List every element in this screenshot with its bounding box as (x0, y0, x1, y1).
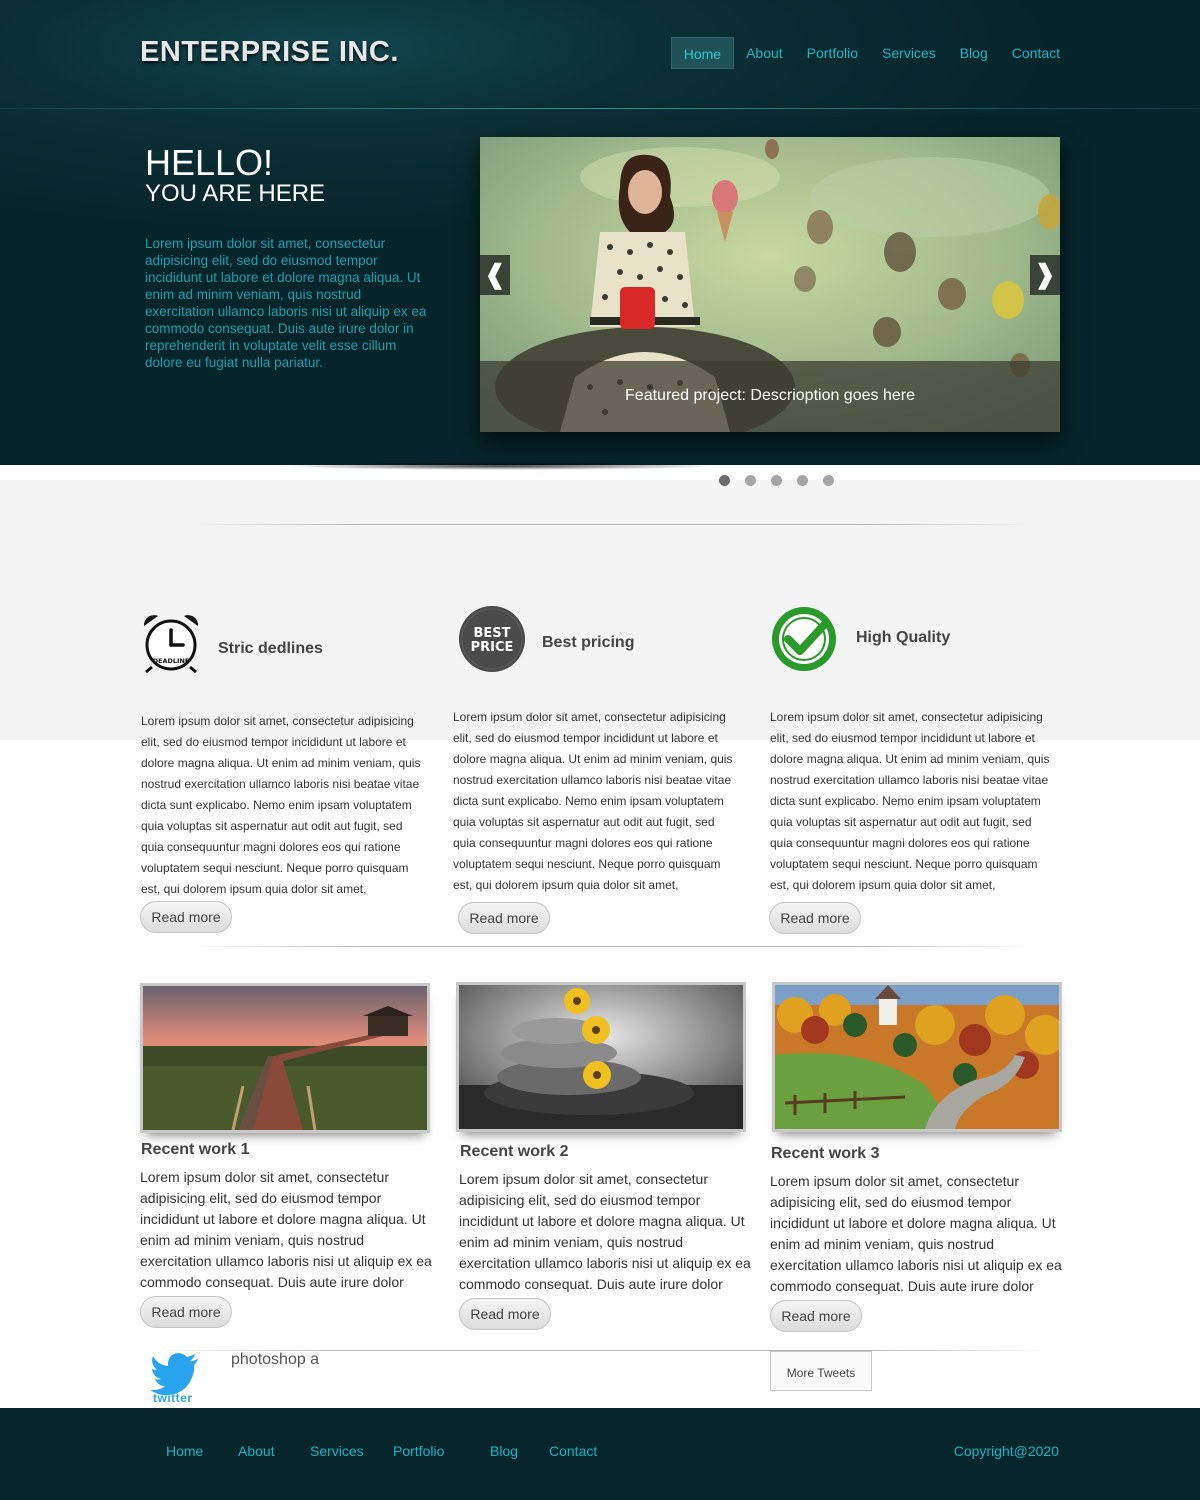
header-divider (0, 108, 1200, 109)
featured-slider[interactable]: ❰ ❱ Featured project: Descrioption goes … (480, 137, 1060, 432)
chevron-right-icon: ❱ (1034, 259, 1056, 289)
latest-tweet: photoshop a (231, 1351, 320, 1368)
slider-caption-bar: Featured project: Descrioption goes here (480, 361, 1060, 432)
recent-work-3-title: Recent work 3 (771, 1145, 880, 1162)
nav-contact[interactable]: Contact (1000, 37, 1072, 69)
recent-work-2-image[interactable] (456, 982, 746, 1132)
slider-pagination (719, 475, 834, 486)
recent-work-1-image[interactable] (140, 983, 430, 1133)
features-bottom-divider (190, 946, 1030, 947)
boardwalk-sunset-photo (143, 986, 427, 1130)
hero-title: HELLO! (145, 142, 274, 183)
twitter-wordmark: twitter (153, 1391, 193, 1405)
footer-nav-about[interactable]: About (238, 1443, 275, 1459)
read-more-button[interactable]: Read more (769, 902, 861, 934)
feature-title-pricing: Best pricing (542, 634, 635, 651)
recent-work-2-text: Lorem ipsum dolor sit amet, consectetur … (459, 1171, 751, 1292)
hero-shadow (280, 462, 720, 470)
chevron-left-icon: ❰ (484, 259, 506, 289)
read-more-button[interactable]: Read more (458, 902, 550, 934)
hero-subtitle: YOU ARE HERE (145, 180, 326, 207)
slider-dot[interactable] (823, 475, 834, 486)
badge-line-price: PRICE (471, 640, 514, 655)
slider-dot[interactable] (745, 475, 756, 486)
autumn-chapel-photo (775, 985, 1059, 1129)
best-price-badge-icon: BEST PRICE (459, 606, 525, 672)
slider-dot[interactable] (719, 475, 730, 486)
feature-title-quality: High Quality (856, 629, 951, 646)
high-quality-check-icon (772, 607, 836, 671)
features-top-divider (190, 524, 1030, 525)
badge-line-best: BEST (473, 626, 510, 641)
slider-next-button[interactable]: ❱ (1030, 255, 1060, 295)
slider-dot[interactable] (771, 475, 782, 486)
nav-home[interactable]: Home (670, 37, 735, 69)
read-more-button[interactable]: Read more (770, 1300, 862, 1332)
hero-text: Lorem ipsum dolor sit amet, consectetur … (145, 236, 427, 370)
main-nav: Home About Portfolio Services Blog Conta… (670, 37, 1072, 69)
stones-flowers-photo (459, 985, 743, 1129)
read-more-button[interactable]: Read more (140, 1296, 232, 1328)
slider-prev-button[interactable]: ❰ (480, 255, 510, 295)
read-more-button[interactable]: Read more (459, 1298, 551, 1330)
deadline-clock-icon: DEADLINE (143, 615, 199, 674)
footer-nav-portfolio[interactable]: Portfolio (393, 1443, 444, 1459)
nav-about[interactable]: About (734, 37, 795, 69)
slider-dot[interactable] (797, 475, 808, 486)
nav-portfolio[interactable]: Portfolio (795, 37, 870, 69)
nav-blog[interactable]: Blog (948, 37, 1000, 69)
recent-work-1-title: Recent work 1 (141, 1141, 250, 1158)
feature-text-quality: Lorem ipsum dolor sit amet, consectetur … (770, 710, 1050, 892)
recent-work-3-image[interactable] (772, 982, 1062, 1132)
feature-text-deadlines: Lorem ipsum dolor sit amet, consectetur … (141, 714, 421, 896)
footer-nav-services[interactable]: Services (310, 1443, 364, 1459)
copyright-text: Copyright@2020 (953, 1443, 1059, 1459)
more-tweets-button[interactable]: More Tweets (770, 1351, 872, 1391)
site-logo[interactable]: ENTERPRISE INC. (140, 36, 399, 69)
footer-nav-contact[interactable]: Contact (549, 1443, 597, 1459)
hero-header: ENTERPRISE INC. Home About Portfolio Ser… (0, 0, 1200, 465)
feature-text-pricing: Lorem ipsum dolor sit amet, consectetur … (453, 710, 733, 892)
footer-nav-blog[interactable]: Blog (490, 1443, 518, 1459)
read-more-button[interactable]: Read more (140, 901, 232, 933)
recent-work-3-text: Lorem ipsum dolor sit amet, consectetur … (770, 1173, 1062, 1294)
footer-nav-home[interactable]: Home (166, 1443, 203, 1459)
recent-work-2-title: Recent work 2 (460, 1143, 569, 1160)
svg-text:DEADLINE: DEADLINE (153, 657, 190, 665)
features-band (0, 480, 1200, 740)
feature-title-deadlines: Stric dedlines (218, 640, 323, 657)
recent-work-1-text: Lorem ipsum dolor sit amet, consectetur … (140, 1169, 432, 1290)
footer: Home About Services Portfolio Blog Conta… (0, 1408, 1200, 1500)
nav-services[interactable]: Services (870, 37, 948, 69)
slider-caption: Featured project: Descrioption goes here (625, 387, 915, 404)
